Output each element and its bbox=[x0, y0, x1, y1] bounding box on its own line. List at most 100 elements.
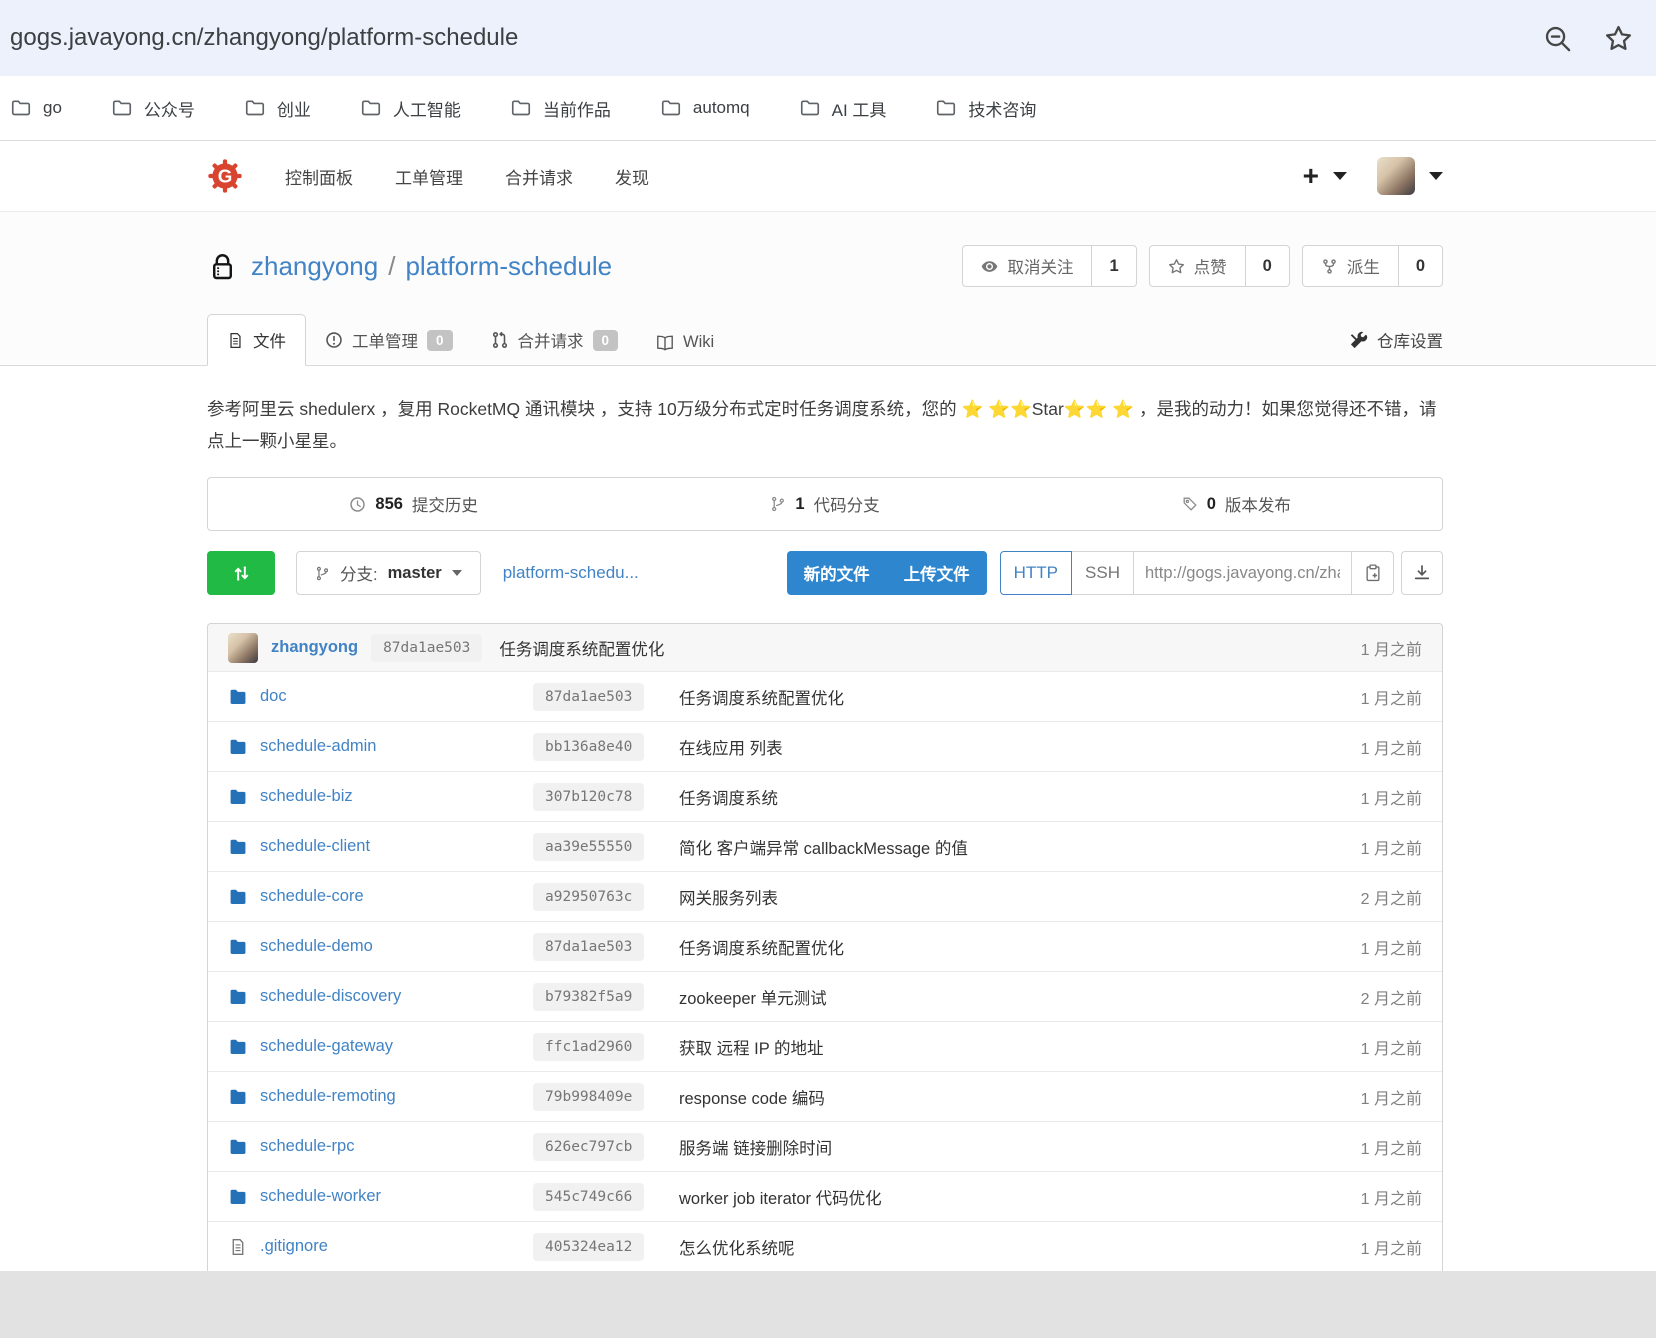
commit-age: 1 月之前 bbox=[1361, 1135, 1442, 1159]
clone-url-group: HTTP SSH bbox=[1000, 551, 1443, 595]
commit-hash-badge[interactable]: 87da1ae503 bbox=[371, 634, 482, 662]
commit-message: response code 编码 bbox=[675, 1085, 1361, 1109]
commit-author-avatar[interactable] bbox=[228, 633, 258, 663]
file-name-link[interactable]: schedule-rpc bbox=[260, 1137, 354, 1156]
bookmark-folder[interactable]: 人工智能 bbox=[360, 96, 461, 121]
branch-selector[interactable]: 分支: master bbox=[296, 551, 481, 595]
commit-hash-badge[interactable]: 626ec797cb bbox=[533, 1133, 644, 1161]
zoom-out-icon[interactable] bbox=[1542, 23, 1573, 54]
tab-files[interactable]: 文件 bbox=[207, 314, 306, 366]
table-row: schedule-discovery b79382f5a9 zookeeper … bbox=[208, 971, 1442, 1021]
compare-button[interactable] bbox=[207, 551, 275, 595]
commit-age: 1 月之前 bbox=[1361, 636, 1422, 660]
commit-message: 任务调度系统配置优化 bbox=[675, 685, 1361, 709]
folder-icon bbox=[10, 97, 32, 119]
tools-icon bbox=[1349, 331, 1368, 350]
nav-explore[interactable]: 发现 bbox=[615, 164, 649, 189]
table-row: doc 87da1ae503 任务调度系统配置优化 1 月之前 bbox=[208, 671, 1442, 721]
file-name-link[interactable]: schedule-admin bbox=[260, 737, 376, 756]
tab-pulls[interactable]: 合并请求 0 bbox=[472, 315, 638, 365]
releases-stat[interactable]: 0 版本发布 bbox=[1031, 478, 1442, 530]
star-button[interactable]: 点赞 0 bbox=[1149, 245, 1290, 287]
file-name-link[interactable]: schedule-worker bbox=[260, 1187, 381, 1206]
commit-hash-badge[interactable]: a92950763c bbox=[533, 883, 644, 911]
file-name-link[interactable]: schedule-discovery bbox=[260, 987, 401, 1006]
folder-icon bbox=[229, 788, 247, 806]
ssh-protocol-button[interactable]: SSH bbox=[1072, 551, 1134, 595]
file-name-link[interactable]: schedule-gateway bbox=[260, 1037, 393, 1056]
url-text[interactable]: gogs.javayong.cn/zhangyong/platform-sche… bbox=[10, 24, 1512, 52]
nav-dashboard[interactable]: 控制面板 bbox=[285, 164, 353, 189]
fork-button[interactable]: 派生 0 bbox=[1302, 245, 1443, 287]
user-avatar[interactable] bbox=[1377, 157, 1415, 195]
repo-owner-link[interactable]: zhangyong bbox=[251, 251, 378, 282]
nav-pulls[interactable]: 合并请求 bbox=[505, 164, 573, 189]
bookmark-folder[interactable]: go bbox=[10, 97, 62, 119]
commit-hash-badge[interactable]: 87da1ae503 bbox=[533, 683, 644, 711]
star-count[interactable]: 0 bbox=[1245, 246, 1289, 286]
http-protocol-button[interactable]: HTTP bbox=[1000, 551, 1072, 595]
clone-url-input[interactable] bbox=[1134, 551, 1352, 595]
tab-repo-settings[interactable]: 仓库设置 bbox=[1349, 315, 1443, 365]
eye-icon bbox=[981, 258, 998, 275]
bookmark-star-icon[interactable] bbox=[1603, 23, 1634, 54]
browser-url-bar[interactable]: gogs.javayong.cn/zhangyong/platform-sche… bbox=[0, 0, 1656, 76]
bookmark-folder[interactable]: 技术咨询 bbox=[935, 96, 1036, 121]
copy-clone-url-button[interactable] bbox=[1352, 551, 1394, 595]
create-new-caret-icon[interactable] bbox=[1333, 172, 1347, 180]
commit-hash-badge[interactable]: 307b120c78 bbox=[533, 783, 644, 811]
bookmark-folder[interactable]: 公众号 bbox=[111, 96, 195, 121]
nav-issues[interactable]: 工单管理 bbox=[395, 164, 463, 189]
commit-age: 1 月之前 bbox=[1361, 1085, 1442, 1109]
commits-stat[interactable]: 856 提交历史 bbox=[208, 478, 619, 530]
file-name-link[interactable]: schedule-client bbox=[260, 837, 370, 856]
table-row: schedule-gateway ffc1ad2960 获取 远程 IP 的地址… bbox=[208, 1021, 1442, 1071]
bookmark-folder[interactable]: 创业 bbox=[244, 96, 311, 121]
folder-icon bbox=[229, 988, 247, 1006]
folder-icon bbox=[660, 97, 682, 119]
watch-button[interactable]: 取消关注 1 bbox=[962, 245, 1136, 287]
commit-hash-badge[interactable]: ffc1ad2960 bbox=[533, 1033, 644, 1061]
commit-age: 1 月之前 bbox=[1361, 1035, 1442, 1059]
commit-author-link[interactable]: zhangyong bbox=[271, 638, 358, 657]
bookmark-folder[interactable]: AI 工具 bbox=[799, 96, 887, 121]
user-menu-caret-icon[interactable] bbox=[1429, 172, 1443, 180]
tab-wiki[interactable]: Wiki bbox=[637, 320, 733, 365]
commit-hash-badge[interactable]: 405324ea12 bbox=[533, 1233, 644, 1261]
upload-file-button[interactable]: 上传文件 bbox=[887, 561, 987, 585]
file-name-link[interactable]: schedule-core bbox=[260, 887, 364, 906]
branches-stat[interactable]: 1 代码分支 bbox=[619, 478, 1030, 530]
gogs-logo-icon[interactable]: G bbox=[207, 158, 243, 194]
commit-hash-badge[interactable]: 87da1ae503 bbox=[533, 933, 644, 961]
file-name-link[interactable]: schedule-biz bbox=[260, 787, 353, 806]
issue-icon bbox=[325, 331, 343, 349]
fork-count[interactable]: 0 bbox=[1398, 246, 1442, 286]
repo-path-link[interactable]: platform-schedu... bbox=[503, 563, 639, 583]
bookmark-folder[interactable]: 当前作品 bbox=[510, 96, 611, 121]
table-row: schedule-remoting 79b998409e response co… bbox=[208, 1071, 1442, 1121]
file-name-link[interactable]: schedule-demo bbox=[260, 937, 373, 956]
commit-hash-badge[interactable]: aa39e55550 bbox=[533, 833, 644, 861]
commit-hash-badge[interactable]: b79382f5a9 bbox=[533, 983, 644, 1011]
compare-icon bbox=[232, 564, 251, 583]
commit-hash-badge[interactable]: bb136a8e40 bbox=[533, 733, 644, 761]
download-button[interactable] bbox=[1401, 551, 1443, 595]
tab-issues[interactable]: 工单管理 0 bbox=[306, 315, 472, 365]
file-name-link[interactable]: doc bbox=[260, 687, 287, 706]
branch-label: 分支: bbox=[340, 561, 378, 585]
commit-age: 1 月之前 bbox=[1361, 1235, 1442, 1259]
star-icon bbox=[1168, 258, 1185, 275]
watch-count[interactable]: 1 bbox=[1091, 246, 1135, 286]
create-new-button[interactable]: + bbox=[1303, 162, 1319, 190]
folder-icon bbox=[244, 97, 266, 119]
file-icon bbox=[229, 1238, 247, 1256]
commit-hash-badge[interactable]: 79b998409e bbox=[533, 1083, 644, 1111]
commit-hash-badge[interactable]: 545c749c66 bbox=[533, 1183, 644, 1211]
repo-name-link[interactable]: platform-schedule bbox=[405, 251, 612, 282]
bookmark-folder[interactable]: automq bbox=[660, 97, 750, 119]
file-name-link[interactable]: .gitignore bbox=[260, 1237, 328, 1256]
new-file-button[interactable]: 新的文件 bbox=[787, 561, 887, 585]
svg-text:G: G bbox=[218, 166, 233, 187]
table-row: schedule-biz 307b120c78 任务调度系统 1 月之前 bbox=[208, 771, 1442, 821]
file-name-link[interactable]: schedule-remoting bbox=[260, 1087, 396, 1106]
